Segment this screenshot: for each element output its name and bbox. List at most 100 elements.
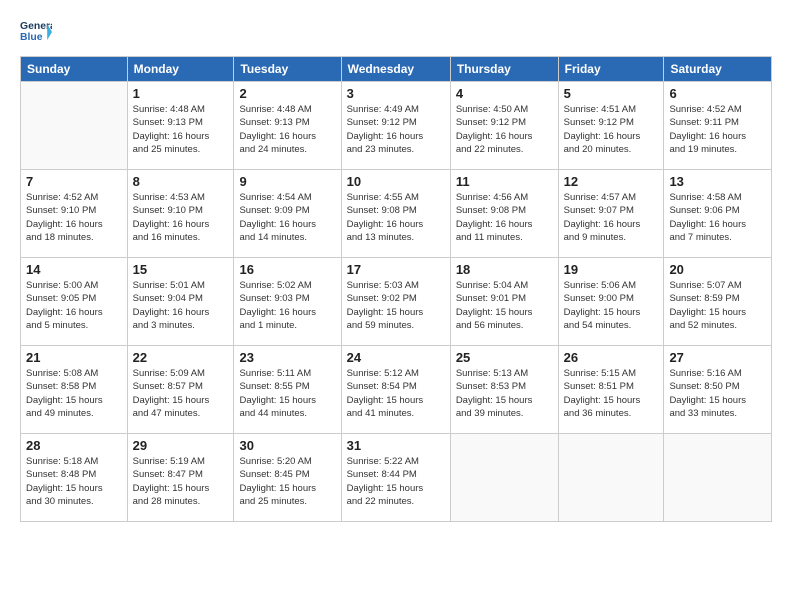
day-number: 18	[456, 262, 553, 277]
day-number: 28	[26, 438, 122, 453]
week-row-2: 7 Sunrise: 4:52 AM Sunset: 9:10 PM Daylig…	[21, 170, 772, 258]
day-number: 8	[133, 174, 229, 189]
calendar-cell: 4 Sunrise: 4:50 AM Sunset: 9:12 PM Daylig…	[450, 82, 558, 170]
calendar-cell: 29 Sunrise: 5:19 AM Sunset: 8:47 PM Dayli…	[127, 434, 234, 522]
day-number: 11	[456, 174, 553, 189]
day-number: 6	[669, 86, 766, 101]
day-number: 13	[669, 174, 766, 189]
logo: General Blue	[20, 16, 52, 48]
weekday-header-row: SundayMondayTuesdayWednesdayThursdayFrid…	[21, 57, 772, 82]
calendar-cell: 5 Sunrise: 4:51 AM Sunset: 9:12 PM Daylig…	[558, 82, 664, 170]
day-info: Sunrise: 5:00 AM Sunset: 9:05 PM Dayligh…	[26, 279, 122, 332]
day-info: Sunrise: 5:03 AM Sunset: 9:02 PM Dayligh…	[347, 279, 445, 332]
day-info: Sunrise: 5:04 AM Sunset: 9:01 PM Dayligh…	[456, 279, 553, 332]
day-info: Sunrise: 4:55 AM Sunset: 9:08 PM Dayligh…	[347, 191, 445, 244]
day-number: 14	[26, 262, 122, 277]
day-info: Sunrise: 5:02 AM Sunset: 9:03 PM Dayligh…	[239, 279, 335, 332]
day-info: Sunrise: 4:52 AM Sunset: 9:10 PM Dayligh…	[26, 191, 122, 244]
day-info: Sunrise: 5:15 AM Sunset: 8:51 PM Dayligh…	[564, 367, 659, 420]
calendar-cell: 18 Sunrise: 5:04 AM Sunset: 9:01 PM Dayli…	[450, 258, 558, 346]
calendar-table: SundayMondayTuesdayWednesdayThursdayFrid…	[20, 56, 772, 522]
week-row-1: 1 Sunrise: 4:48 AM Sunset: 9:13 PM Daylig…	[21, 82, 772, 170]
day-info: Sunrise: 5:06 AM Sunset: 9:00 PM Dayligh…	[564, 279, 659, 332]
day-number: 4	[456, 86, 553, 101]
calendar-cell: 8 Sunrise: 4:53 AM Sunset: 9:10 PM Daylig…	[127, 170, 234, 258]
day-number: 25	[456, 350, 553, 365]
day-info: Sunrise: 4:50 AM Sunset: 9:12 PM Dayligh…	[456, 103, 553, 156]
day-number: 22	[133, 350, 229, 365]
calendar-cell: 2Sunrise: 4:48 AM Sunset: 9:13 PM Daylig…	[234, 82, 341, 170]
day-info: Sunrise: 4:57 AM Sunset: 9:07 PM Dayligh…	[564, 191, 659, 244]
weekday-header-monday: Monday	[127, 57, 234, 82]
calendar-cell: 22 Sunrise: 5:09 AM Sunset: 8:57 PM Dayli…	[127, 346, 234, 434]
day-info: Sunrise: 4:48 AM Sunset: 9:13 PM Dayligh…	[239, 103, 335, 156]
calendar-cell: 31 Sunrise: 5:22 AM Sunset: 8:44 PM Dayli…	[341, 434, 450, 522]
calendar-cell: 30 Sunrise: 5:20 AM Sunset: 8:45 PM Dayli…	[234, 434, 341, 522]
day-number: 1	[133, 86, 229, 101]
calendar-cell	[21, 82, 128, 170]
page: General Blue SundayMondayTuesdayWednesda…	[0, 0, 792, 612]
weekday-header-saturday: Saturday	[664, 57, 772, 82]
calendar-cell: 6 Sunrise: 4:52 AM Sunset: 9:11 PM Daylig…	[664, 82, 772, 170]
header: General Blue	[20, 16, 772, 48]
day-info: Sunrise: 5:01 AM Sunset: 9:04 PM Dayligh…	[133, 279, 229, 332]
calendar-cell: 7 Sunrise: 4:52 AM Sunset: 9:10 PM Daylig…	[21, 170, 128, 258]
day-info: Sunrise: 5:13 AM Sunset: 8:53 PM Dayligh…	[456, 367, 553, 420]
calendar-cell: 13 Sunrise: 4:58 AM Sunset: 9:06 PM Dayli…	[664, 170, 772, 258]
svg-text:Blue: Blue	[20, 32, 43, 43]
day-number: 7	[26, 174, 122, 189]
day-number: 10	[347, 174, 445, 189]
weekday-header-sunday: Sunday	[21, 57, 128, 82]
weekday-header-thursday: Thursday	[450, 57, 558, 82]
day-info: Sunrise: 5:08 AM Sunset: 8:58 PM Dayligh…	[26, 367, 122, 420]
week-row-3: 14 Sunrise: 5:00 AM Sunset: 9:05 PM Dayli…	[21, 258, 772, 346]
day-number: 15	[133, 262, 229, 277]
day-number: 29	[133, 438, 229, 453]
weekday-header-wednesday: Wednesday	[341, 57, 450, 82]
day-info: Sunrise: 4:52 AM Sunset: 9:11 PM Dayligh…	[669, 103, 766, 156]
calendar-cell: 25 Sunrise: 5:13 AM Sunset: 8:53 PM Dayli…	[450, 346, 558, 434]
day-number: 19	[564, 262, 659, 277]
logo-svg: General Blue	[20, 16, 52, 48]
calendar-cell: 9Sunrise: 4:54 AM Sunset: 9:09 PM Daylig…	[234, 170, 341, 258]
day-info: Sunrise: 5:16 AM Sunset: 8:50 PM Dayligh…	[669, 367, 766, 420]
calendar-cell: 11 Sunrise: 4:56 AM Sunset: 9:08 PM Dayli…	[450, 170, 558, 258]
day-info: Sunrise: 4:56 AM Sunset: 9:08 PM Dayligh…	[456, 191, 553, 244]
calendar-cell: 1Sunrise: 4:48 AM Sunset: 9:13 PM Daylig…	[127, 82, 234, 170]
day-number: 5	[564, 86, 659, 101]
calendar-cell: 3Sunrise: 4:49 AM Sunset: 9:12 PM Daylig…	[341, 82, 450, 170]
calendar-cell: 27Sunrise: 5:16 AM Sunset: 8:50 PM Dayli…	[664, 346, 772, 434]
calendar-cell	[450, 434, 558, 522]
day-number: 12	[564, 174, 659, 189]
day-info: Sunrise: 4:53 AM Sunset: 9:10 PM Dayligh…	[133, 191, 229, 244]
calendar-cell: 26Sunrise: 5:15 AM Sunset: 8:51 PM Dayli…	[558, 346, 664, 434]
calendar-cell: 10 Sunrise: 4:55 AM Sunset: 9:08 PM Dayli…	[341, 170, 450, 258]
calendar-cell	[558, 434, 664, 522]
weekday-header-tuesday: Tuesday	[234, 57, 341, 82]
day-info: Sunrise: 5:22 AM Sunset: 8:44 PM Dayligh…	[347, 455, 445, 508]
day-number: 24	[347, 350, 445, 365]
calendar-cell: 14 Sunrise: 5:00 AM Sunset: 9:05 PM Dayli…	[21, 258, 128, 346]
day-info: Sunrise: 4:51 AM Sunset: 9:12 PM Dayligh…	[564, 103, 659, 156]
day-info: Sunrise: 4:58 AM Sunset: 9:06 PM Dayligh…	[669, 191, 766, 244]
week-row-4: 21Sunrise: 5:08 AM Sunset: 8:58 PM Dayli…	[21, 346, 772, 434]
day-info: Sunrise: 4:54 AM Sunset: 9:09 PM Dayligh…	[239, 191, 335, 244]
day-info: Sunrise: 5:20 AM Sunset: 8:45 PM Dayligh…	[239, 455, 335, 508]
calendar-cell: 24Sunrise: 5:12 AM Sunset: 8:54 PM Dayli…	[341, 346, 450, 434]
calendar-cell: 20Sunrise: 5:07 AM Sunset: 8:59 PM Dayli…	[664, 258, 772, 346]
day-info: Sunrise: 5:09 AM Sunset: 8:57 PM Dayligh…	[133, 367, 229, 420]
day-info: Sunrise: 5:11 AM Sunset: 8:55 PM Dayligh…	[239, 367, 335, 420]
calendar-cell	[664, 434, 772, 522]
calendar-cell: 19 Sunrise: 5:06 AM Sunset: 9:00 PM Dayli…	[558, 258, 664, 346]
weekday-header-friday: Friday	[558, 57, 664, 82]
day-number: 31	[347, 438, 445, 453]
day-number: 30	[239, 438, 335, 453]
day-number: 23	[239, 350, 335, 365]
calendar-cell: 16Sunrise: 5:02 AM Sunset: 9:03 PM Dayli…	[234, 258, 341, 346]
day-info: Sunrise: 4:49 AM Sunset: 9:12 PM Dayligh…	[347, 103, 445, 156]
day-info: Sunrise: 5:18 AM Sunset: 8:48 PM Dayligh…	[26, 455, 122, 508]
calendar-cell: 23 Sunrise: 5:11 AM Sunset: 8:55 PM Dayli…	[234, 346, 341, 434]
calendar-cell: 17Sunrise: 5:03 AM Sunset: 9:02 PM Dayli…	[341, 258, 450, 346]
calendar-cell: 12 Sunrise: 4:57 AM Sunset: 9:07 PM Dayli…	[558, 170, 664, 258]
day-info: Sunrise: 5:19 AM Sunset: 8:47 PM Dayligh…	[133, 455, 229, 508]
